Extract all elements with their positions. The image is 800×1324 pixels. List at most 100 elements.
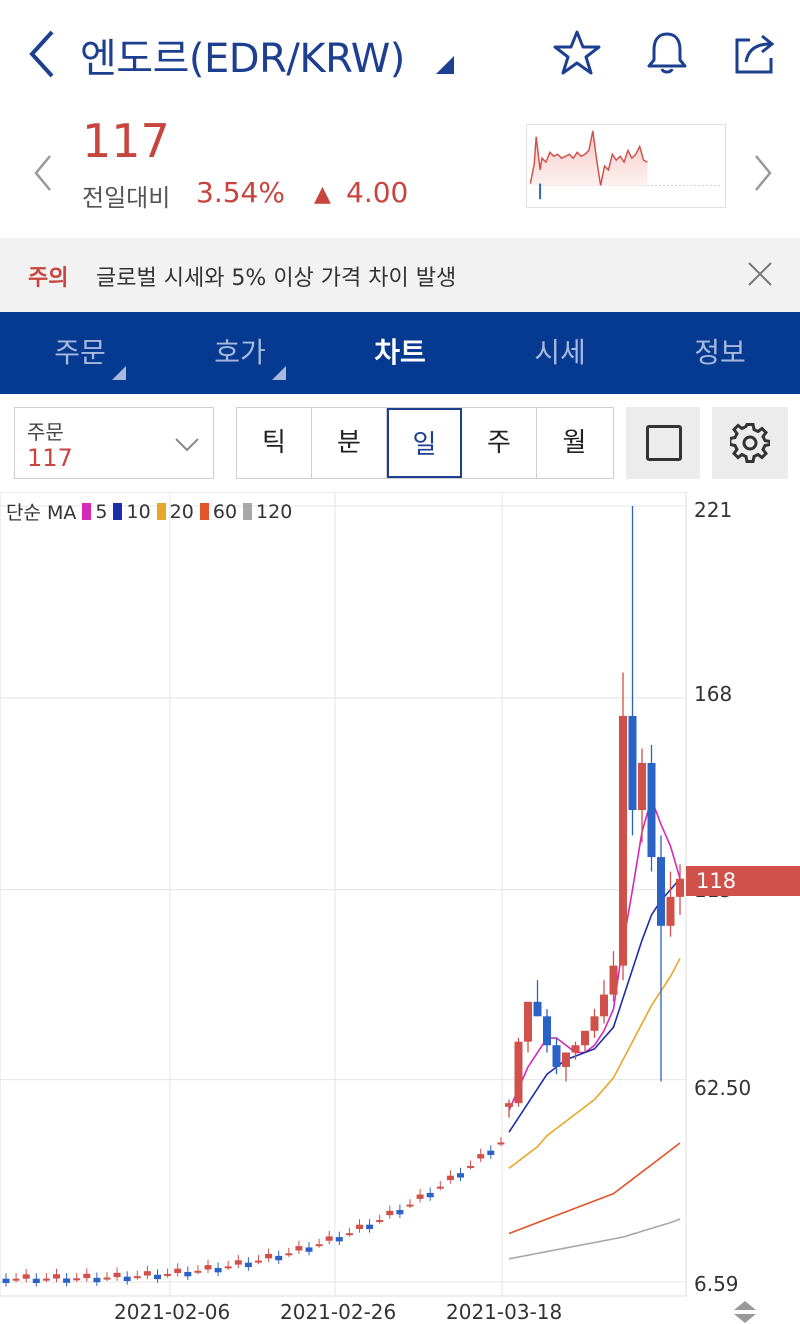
period-minute[interactable]: 분	[312, 408, 387, 478]
candle-body	[113, 1272, 121, 1278]
period-month[interactable]: 월	[537, 408, 612, 478]
tab-order[interactable]: 주문	[0, 312, 160, 394]
candle-body	[446, 1175, 454, 1181]
candle-body	[505, 1103, 513, 1107]
candle-body	[83, 1273, 91, 1279]
period-day[interactable]: 일	[387, 408, 462, 478]
candle-body	[194, 1270, 202, 1273]
star-icon[interactable]	[552, 28, 602, 78]
candle-body	[600, 994, 608, 1017]
candle-body	[265, 1254, 273, 1259]
back-arrow-icon[interactable]	[22, 26, 62, 82]
order-select[interactable]: 주문 117	[14, 407, 214, 479]
price-chart[interactable]: 단순 MA 5 10 20 60 120 221 168 115 62.50 6…	[0, 492, 800, 1324]
period-tick[interactable]: 틱	[237, 408, 312, 478]
candle-body	[63, 1278, 71, 1283]
candle-body	[285, 1253, 293, 1256]
candle-body	[647, 762, 656, 858]
candle-body	[234, 1260, 242, 1265]
candle-body	[638, 762, 646, 811]
candle-body	[133, 1276, 141, 1279]
candlestick-chart[interactable]	[0, 492, 800, 1324]
candle-body	[619, 715, 627, 966]
candle-body	[366, 1224, 374, 1230]
change-amount: 4.00	[346, 176, 409, 209]
candle-body	[666, 896, 675, 926]
candle-body	[416, 1194, 424, 1199]
candle-body	[315, 1244, 323, 1247]
change-percent: 3.54%	[196, 176, 285, 209]
prev-day-label: 전일대비	[82, 184, 171, 212]
settings-button[interactable]	[712, 407, 788, 479]
legend-ma20: 20	[169, 500, 194, 523]
candle-body	[32, 1278, 40, 1284]
candle-body	[609, 965, 618, 995]
ma-line-20	[508, 958, 681, 1169]
candle-body	[53, 1274, 60, 1279]
candle-body	[552, 1045, 561, 1067]
candle-body	[154, 1274, 161, 1280]
y-tick-label: 168	[694, 682, 733, 706]
dropdown-triangle-icon[interactable]	[432, 54, 454, 74]
candle-body	[73, 1278, 81, 1281]
bell-icon[interactable]	[642, 28, 692, 78]
tab-info[interactable]: 정보	[640, 312, 800, 394]
mini-price-chart[interactable]	[526, 124, 726, 208]
square-toggle-button[interactable]	[626, 407, 700, 479]
y-tick-label: 221	[694, 498, 733, 522]
tab-chart[interactable]: 차트	[320, 312, 480, 394]
legend-ma10: 10	[126, 500, 151, 523]
x-tick-label: 2021-02-26	[280, 1300, 397, 1324]
candle-body	[514, 1041, 523, 1104]
candle-body	[305, 1247, 313, 1252]
candle-body	[396, 1210, 404, 1215]
candle-body	[467, 1165, 475, 1168]
gear-icon	[730, 423, 770, 463]
resize-handle-icon[interactable]	[732, 1300, 758, 1324]
candle-body	[386, 1210, 394, 1216]
candle-body	[244, 1262, 252, 1268]
candle-body	[406, 1204, 414, 1207]
candle-body	[676, 878, 684, 897]
candle-body	[214, 1267, 222, 1273]
x-tick-label: 2021-02-06	[114, 1300, 231, 1324]
notice-banner: 주의 글로벌 시세와 5% 이상 가격 차이 발생	[0, 238, 800, 312]
legend-ma120: 120	[256, 500, 293, 523]
candle-body	[174, 1268, 182, 1274]
candle-body	[12, 1278, 20, 1281]
tab-orderbook[interactable]: 호가	[160, 312, 320, 394]
legend-ma5: 5	[95, 500, 108, 523]
candle-body	[356, 1224, 363, 1230]
candle-body	[42, 1278, 50, 1281]
candle-body	[335, 1237, 343, 1242]
candle-body	[22, 1274, 30, 1279]
candle-body	[204, 1265, 212, 1270]
candle-body	[571, 1045, 580, 1053]
legend-swatch-ma5	[82, 503, 92, 520]
tab-bar: 주문 호가 차트 시세 정보	[0, 312, 800, 394]
chevron-down-icon	[175, 438, 199, 452]
order-select-value: 117	[27, 444, 73, 472]
plot-frame	[0, 492, 687, 1297]
chevron-left-icon[interactable]	[28, 150, 58, 196]
chevron-right-icon[interactable]	[748, 150, 778, 196]
candle-body	[376, 1220, 384, 1223]
page-title[interactable]: 엔도르(EDR/KRW)	[80, 26, 405, 84]
candle-body	[103, 1277, 111, 1280]
candle-body	[2, 1278, 10, 1284]
share-icon[interactable]	[730, 28, 780, 78]
candle-body	[275, 1255, 283, 1261]
close-icon[interactable]	[744, 258, 776, 290]
period-week[interactable]: 주	[462, 408, 537, 478]
candle-body	[426, 1192, 434, 1198]
notice-tag: 주의	[28, 266, 69, 291]
candle-body	[325, 1236, 333, 1241]
tab-quotes[interactable]: 시세	[480, 312, 640, 394]
ma-line-60	[508, 1142, 681, 1235]
candle-body	[533, 1001, 542, 1017]
candle-body	[543, 1016, 551, 1046]
candle-body	[562, 1052, 570, 1067]
legend-swatch-ma10	[113, 503, 123, 520]
ma-line-120	[508, 1218, 681, 1260]
x-tick-label: 2021-03-18	[446, 1300, 563, 1324]
